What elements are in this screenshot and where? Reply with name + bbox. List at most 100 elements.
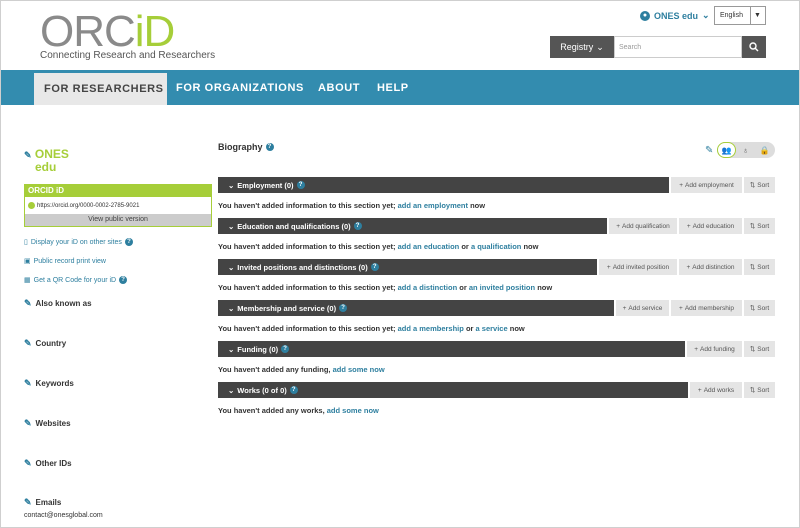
nav-help[interactable]: HELP xyxy=(377,70,409,105)
qr-code-link[interactable]: ▦ Get a QR Code for your iD? xyxy=(24,276,128,284)
add-distinction-button[interactable]: + Add distinction xyxy=(679,259,742,275)
button-label: Add qualification xyxy=(622,222,670,230)
section-keywords[interactable]: ✎ Keywords xyxy=(24,378,74,389)
trusted-icon[interactable]: ♁ xyxy=(736,142,755,158)
add-qualification-link[interactable]: a qualification xyxy=(471,242,521,251)
registry-label: Registry xyxy=(560,42,594,52)
sort-button[interactable]: ⇅ Sort xyxy=(744,382,775,398)
chevron-down-icon: ⌄ xyxy=(228,262,235,272)
plus-icon: + xyxy=(694,345,699,353)
add-service-button[interactable]: + Add service xyxy=(616,300,669,316)
search-input[interactable]: Search xyxy=(614,36,742,58)
plus-icon: + xyxy=(686,263,691,271)
section-bar-invited-positions[interactable]: ⌄ Invited positions and distinctions (0)? xyxy=(218,259,597,275)
add-distinction-link[interactable]: add a distinction xyxy=(398,283,458,292)
lock-icon[interactable]: 🔒 xyxy=(755,142,774,158)
help-icon[interactable]: ? xyxy=(339,304,348,312)
qr-code-icon: ▦ xyxy=(24,277,31,284)
section-websites[interactable]: ✎ Websites xyxy=(24,418,71,429)
logo-text-green: iD xyxy=(134,7,176,56)
section-other-ids[interactable]: ✎ Other IDs xyxy=(24,458,72,469)
section-title: Invited positions and distinctions (0) xyxy=(237,262,368,272)
section-label: Also known as xyxy=(35,299,92,308)
orcid-url-text: https://orcid.org/0000-0002-2785-9021 xyxy=(37,202,140,209)
section-bar-education[interactable]: ⌄ Education and qualifications (0)? xyxy=(218,218,607,234)
chevron-down-icon[interactable]: ▼ xyxy=(750,6,764,25)
nav-for-organizations[interactable]: FOR ORGANIZATIONS xyxy=(176,70,304,105)
add-employment-link[interactable]: add an employment xyxy=(398,201,468,210)
section-also-known-as[interactable]: ✎ Also known as xyxy=(24,298,92,309)
nav-about[interactable]: ABOUT xyxy=(318,70,360,105)
section-emails[interactable]: ✎ Emails xyxy=(24,497,61,508)
privacy-toggle[interactable]: 👥 ♁ 🔒 xyxy=(717,142,775,158)
add-works-button[interactable]: + Add works xyxy=(690,382,742,398)
section-title: Works (0 of 0) xyxy=(237,385,287,395)
message-text: You haven't added information to this se… xyxy=(218,201,398,210)
chevron-down-icon: ⌄ xyxy=(228,385,235,395)
view-public-button[interactable]: View public version xyxy=(25,214,211,226)
user-menu[interactable]: ● ONES edu ⌄ xyxy=(640,10,710,21)
user-name: ONES edu xyxy=(654,10,699,21)
help-icon[interactable]: ? xyxy=(119,276,128,284)
add-employment-button[interactable]: + Add employment xyxy=(671,177,742,193)
sort-button[interactable]: ⇅ Sort xyxy=(744,259,775,275)
print-view-link[interactable]: ▣ Public record print view xyxy=(24,257,106,266)
message-suffix: now xyxy=(521,242,539,251)
message-text: You haven't added any works, xyxy=(218,406,327,415)
researcher-name[interactable]: ✎ ONES xyxy=(24,147,69,161)
plus-icon: + xyxy=(686,222,691,230)
button-label: Add membership xyxy=(684,304,734,312)
section-bar-works[interactable]: ⌄ Works (0 of 0)? xyxy=(218,382,688,398)
add-membership-link[interactable]: add a membership xyxy=(398,324,464,333)
add-invited-position-button[interactable]: + Add invited position xyxy=(599,259,677,275)
section-bar-membership[interactable]: ⌄ Membership and service (0)? xyxy=(218,300,614,316)
add-funding-button[interactable]: + Add funding xyxy=(687,341,742,357)
help-icon[interactable]: ? xyxy=(265,143,274,151)
add-works-link[interactable]: add some now xyxy=(327,406,379,415)
sort-button[interactable]: ⇅ Sort xyxy=(744,177,775,193)
message-mid: or xyxy=(457,283,469,292)
sort-icon: ⇅ xyxy=(749,346,756,353)
logo-text-gray: ORC xyxy=(40,7,136,56)
help-icon[interactable]: ? xyxy=(353,222,362,230)
section-bar-employment[interactable]: ⌄ Employment (0)? xyxy=(218,177,669,193)
section-message: You haven't added information to this se… xyxy=(218,242,538,251)
add-qualification-button[interactable]: + Add qualification xyxy=(609,218,677,234)
help-icon[interactable]: ? xyxy=(370,263,379,271)
pencil-icon: ✎ xyxy=(24,497,32,507)
orcid-logo[interactable]: ORCiD Connecting Research and Researcher… xyxy=(40,10,215,62)
registry-dropdown[interactable]: Registry ⌄ xyxy=(550,36,614,58)
add-funding-link[interactable]: add some now xyxy=(333,365,385,374)
message-text: You haven't added information to this se… xyxy=(218,283,398,292)
button-label: Sort xyxy=(757,263,770,271)
section-country[interactable]: ✎ Country xyxy=(24,338,66,349)
sort-button[interactable]: ⇅ Sort xyxy=(744,218,775,234)
add-education-link[interactable]: add an education xyxy=(398,242,460,251)
sort-icon: ⇅ xyxy=(749,264,756,271)
message-text: You haven't added information to this se… xyxy=(218,242,398,251)
everyone-icon[interactable]: 👥 xyxy=(717,142,736,158)
user-icon: ● xyxy=(640,10,650,21)
help-icon[interactable]: ? xyxy=(289,386,298,394)
display-id-link[interactable]: ▯ Display your iD on other sites? xyxy=(24,238,133,246)
sort-button[interactable]: ⇅ Sort xyxy=(744,341,775,357)
search-button[interactable] xyxy=(742,36,766,58)
button-label: Add funding xyxy=(700,345,735,353)
help-icon[interactable]: ? xyxy=(281,345,290,353)
pencil-icon[interactable]: ✎ xyxy=(705,145,713,156)
section-message: You haven't added information to this se… xyxy=(218,283,552,292)
qr-code-label: Get a QR Code for your iD xyxy=(33,276,117,284)
add-education-button[interactable]: + Add education xyxy=(679,218,742,234)
add-service-link[interactable]: a service xyxy=(476,324,508,333)
help-icon[interactable]: ? xyxy=(124,238,133,246)
section-bar-funding[interactable]: ⌄ Funding (0)? xyxy=(218,341,685,357)
orcid-url[interactable]: https://orcid.org/0000-0002-2785-9021 xyxy=(25,197,211,214)
add-membership-button[interactable]: + Add membership xyxy=(671,300,742,316)
biography-title: Biography? xyxy=(218,142,274,152)
sort-button[interactable]: ⇅ Sort xyxy=(744,300,775,316)
sort-icon: ⇅ xyxy=(749,223,756,230)
add-invited-position-link[interactable]: an invited position xyxy=(469,283,535,292)
help-icon[interactable]: ? xyxy=(296,181,305,189)
nav-for-researchers[interactable]: FOR RESEARCHERS xyxy=(34,73,167,105)
orcid-id-title: ORCID iD xyxy=(25,185,211,197)
